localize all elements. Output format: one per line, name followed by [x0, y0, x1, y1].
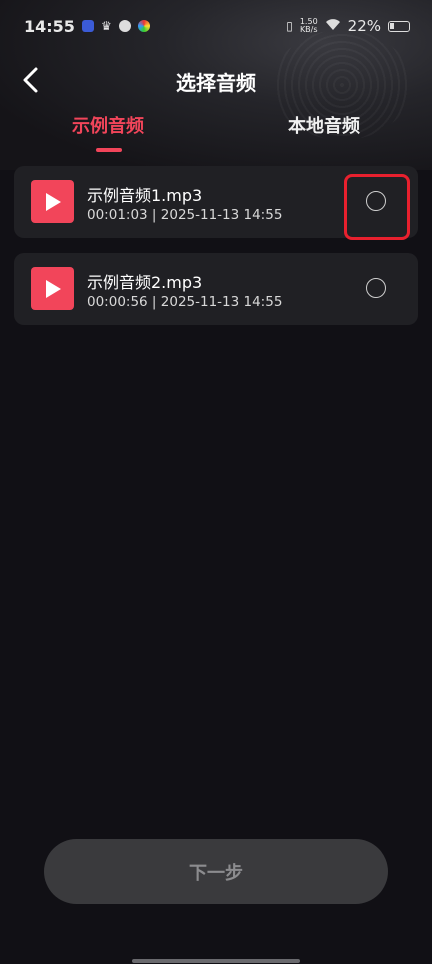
battery-icon — [388, 20, 410, 32]
tab-sample-audio[interactable]: 示例音频 — [48, 112, 168, 138]
wifi-icon — [325, 17, 341, 35]
net-speed-unit: KB/s — [299, 25, 318, 34]
back-button[interactable] — [14, 64, 46, 96]
tab-local-audio[interactable]: 本地音频 — [264, 112, 384, 138]
next-step-button[interactable]: 下一步 — [44, 839, 388, 904]
play-button[interactable] — [31, 180, 74, 223]
play-icon — [45, 192, 61, 211]
page-header: 选择音频 — [0, 56, 432, 106]
vibrate-icon: ▯ — [286, 19, 293, 33]
play-icon — [45, 279, 61, 298]
audio-file-meta: 00:01:03 | 2025-11-13 14:55 — [87, 207, 283, 223]
crown-icon: ♛ — [100, 19, 112, 33]
back-icon — [23, 67, 38, 93]
audio-file-meta: 00:00:56 | 2025-11-13 14:55 — [87, 294, 283, 310]
status-time: 14:55 — [24, 16, 75, 36]
audio-file-name: 示例音频2.mp3 — [87, 273, 203, 292]
play-button[interactable] — [31, 267, 74, 310]
app-notification-icon-2 — [118, 20, 131, 32]
select-radio[interactable] — [366, 278, 386, 298]
highlight-box — [344, 174, 410, 240]
audio-item-2[interactable]: 示例音频2.mp3 00:00:56 | 2025-11-13 14:55 — [14, 253, 418, 325]
home-indicator[interactable] — [132, 959, 300, 963]
app-notification-icon — [81, 20, 94, 32]
network-speed: 1.50 KB/s — [300, 18, 318, 34]
colorful-app-icon — [137, 20, 150, 32]
battery-percent: 22% — [347, 17, 381, 35]
status-bar: 14:55 ♛ ▯ 1.50 KB/s 22% — [0, 0, 432, 52]
tab-bar: 示例音频 本地音频 — [0, 112, 432, 156]
active-tab-indicator — [96, 148, 122, 152]
page-title: 选择音频 — [176, 70, 256, 95]
audio-file-name: 示例音频1.mp3 — [87, 186, 203, 205]
